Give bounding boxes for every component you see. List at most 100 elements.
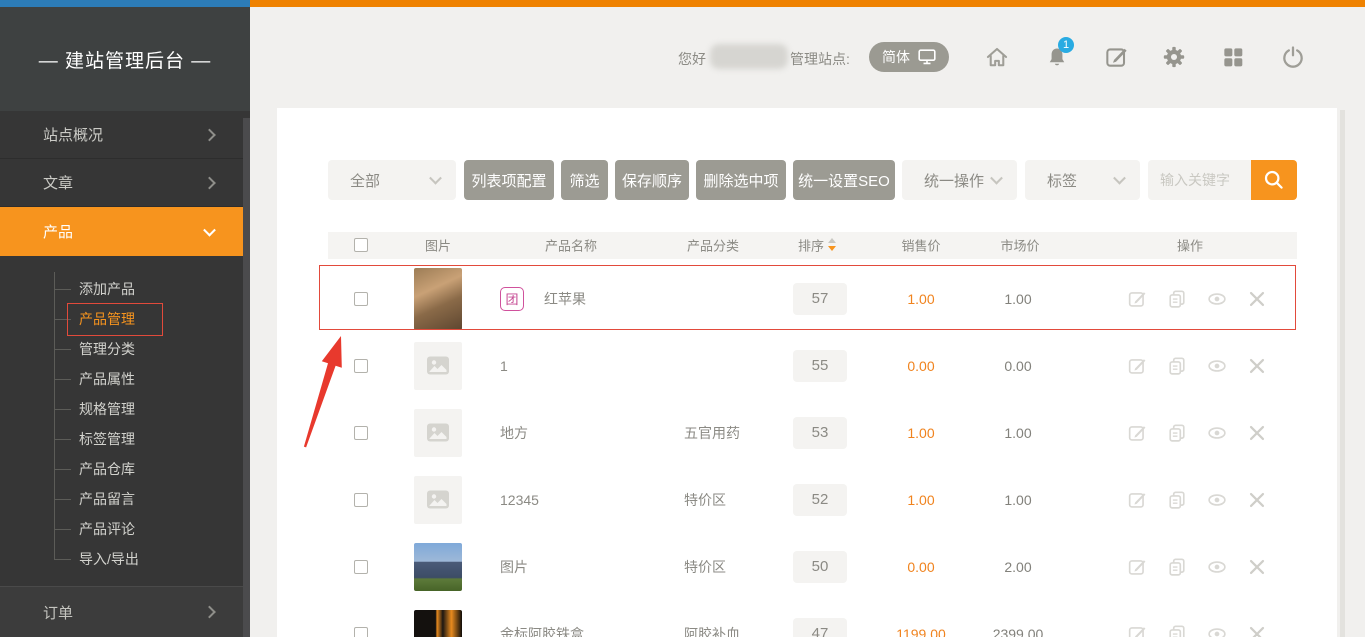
view-eye-icon[interactable] — [1206, 489, 1228, 511]
col-product-name: 产品名称 — [545, 236, 597, 255]
product-name[interactable]: 地方 — [500, 423, 528, 443]
sidebar-item-products-active[interactable]: 产品 — [0, 207, 250, 256]
col-image: 图片 — [414, 236, 462, 255]
search-input[interactable] — [1148, 160, 1251, 200]
logout-power-icon[interactable] — [1280, 44, 1306, 70]
product-image[interactable] — [414, 268, 462, 330]
edit-icon[interactable] — [1126, 623, 1148, 637]
user-greeting: 您好 — [678, 49, 706, 69]
language-switch-button[interactable]: 简体 — [869, 42, 949, 72]
row-actions — [1126, 556, 1268, 578]
sort-value[interactable]: 57 — [793, 283, 847, 315]
delete-x-icon[interactable] — [1246, 355, 1268, 377]
batch-operation-dropdown[interactable]: 统一操作 — [902, 160, 1017, 200]
filter-all-dropdown[interactable]: 全部 — [328, 160, 456, 200]
image-placeholder-icon — [426, 355, 450, 376]
admin-page: — 建站管理后台 — 站点概况 文章 产品 添加产品 产品管理 管理分类 产品属… — [0, 0, 1365, 637]
edit-icon[interactable] — [1126, 556, 1148, 578]
copy-icon[interactable] — [1166, 556, 1188, 578]
row-checkbox[interactable] — [354, 426, 368, 440]
sale-price: 0.00 — [876, 559, 966, 575]
tags-dropdown[interactable]: 标签 — [1025, 160, 1140, 200]
select-all-checkbox[interactable] — [354, 238, 368, 252]
row-checkbox[interactable] — [354, 359, 368, 373]
product-image-placeholder[interactable] — [414, 409, 462, 457]
product-name[interactable]: 1 — [500, 358, 508, 374]
market-price: 1.00 — [973, 291, 1063, 307]
sort-value[interactable]: 47 — [793, 618, 847, 637]
product-name[interactable]: 红苹果 — [544, 289, 586, 309]
sale-price: 0.00 — [876, 358, 966, 374]
chevron-down-icon — [990, 172, 1003, 185]
product-image[interactable] — [414, 543, 462, 591]
copy-icon[interactable] — [1166, 489, 1188, 511]
col-category: 产品分类 — [687, 236, 739, 255]
settings-gear-icon[interactable] — [1161, 44, 1187, 70]
view-eye-icon[interactable] — [1206, 355, 1228, 377]
copy-icon[interactable] — [1166, 355, 1188, 377]
compose-edit-icon[interactable] — [1103, 44, 1129, 70]
sidebar-item-label: 文章 — [43, 172, 73, 193]
sidebar-item-articles[interactable]: 文章 — [0, 159, 250, 207]
copy-icon[interactable] — [1166, 623, 1188, 637]
seo-settings-button[interactable]: 统一设置SEO — [793, 160, 895, 200]
filter-all-label: 全部 — [350, 170, 380, 191]
home-icon[interactable] — [984, 44, 1010, 70]
market-price: 1.00 — [973, 425, 1063, 441]
sale-price: 1199.00 — [876, 626, 966, 637]
topbar-orange-accent — [250, 0, 1365, 7]
product-name[interactable]: 12345 — [500, 492, 539, 508]
search-icon — [1262, 168, 1286, 192]
row-actions — [1126, 422, 1268, 444]
col-sale-price: 销售价 — [876, 236, 966, 255]
chevron-right-icon — [203, 176, 216, 189]
view-eye-icon[interactable] — [1206, 556, 1228, 578]
product-name[interactable]: 金标阿胶铁盒 — [500, 624, 584, 637]
sort-value[interactable]: 50 — [793, 551, 847, 583]
sort-value[interactable]: 52 — [793, 484, 847, 516]
product-image-placeholder[interactable] — [414, 342, 462, 390]
sidebar-item-site-overview[interactable]: 站点概况 — [0, 111, 250, 159]
product-image[interactable] — [414, 610, 462, 637]
sort-value[interactable]: 55 — [793, 350, 847, 382]
search-button[interactable] — [1251, 160, 1297, 200]
edit-icon[interactable] — [1126, 422, 1148, 444]
table-row: 1 55 0.00 0.00 — [0, 332, 1365, 399]
copy-icon[interactable] — [1166, 422, 1188, 444]
view-eye-icon[interactable] — [1206, 623, 1228, 637]
delete-x-icon[interactable] — [1246, 489, 1268, 511]
row-checkbox[interactable] — [354, 627, 368, 637]
product-image-placeholder[interactable] — [414, 476, 462, 524]
market-price: 2.00 — [973, 559, 1063, 575]
list-config-button[interactable]: 列表项配置 — [464, 160, 554, 200]
sort-value[interactable]: 53 — [793, 417, 847, 449]
delete-x-icon[interactable] — [1246, 556, 1268, 578]
delete-selected-button[interactable]: 删除选中项 — [696, 160, 786, 200]
manage-site-label: 管理站点: — [790, 49, 850, 69]
edit-icon[interactable] — [1126, 355, 1148, 377]
delete-x-icon[interactable] — [1246, 422, 1268, 444]
delete-x-icon[interactable] — [1246, 288, 1268, 310]
save-order-button[interactable]: 保存顺序 — [615, 160, 689, 200]
image-placeholder-icon — [426, 489, 450, 510]
edit-icon[interactable] — [1126, 288, 1148, 310]
row-checkbox[interactable] — [354, 493, 368, 507]
edit-icon[interactable] — [1126, 489, 1148, 511]
copy-icon[interactable] — [1166, 288, 1188, 310]
topbar-blue-accent — [0, 0, 250, 7]
product-name[interactable]: 图片 — [500, 557, 528, 577]
monitor-icon — [918, 49, 936, 65]
sort-toggle[interactable] — [828, 238, 836, 252]
view-eye-icon[interactable] — [1206, 422, 1228, 444]
sort-desc-icon[interactable] — [828, 246, 836, 251]
filter-button[interactable]: 筛选 — [561, 160, 608, 200]
apps-grid-icon[interactable] — [1220, 44, 1246, 70]
row-checkbox[interactable] — [354, 292, 368, 306]
row-actions — [1126, 355, 1268, 377]
delete-x-icon[interactable] — [1246, 623, 1268, 637]
row-checkbox[interactable] — [354, 560, 368, 574]
batch-operation-label: 统一操作 — [924, 170, 984, 191]
view-eye-icon[interactable] — [1206, 288, 1228, 310]
table-row: 图片 特价区 50 0.00 2.00 — [0, 533, 1365, 600]
sort-asc-icon[interactable] — [828, 238, 836, 243]
